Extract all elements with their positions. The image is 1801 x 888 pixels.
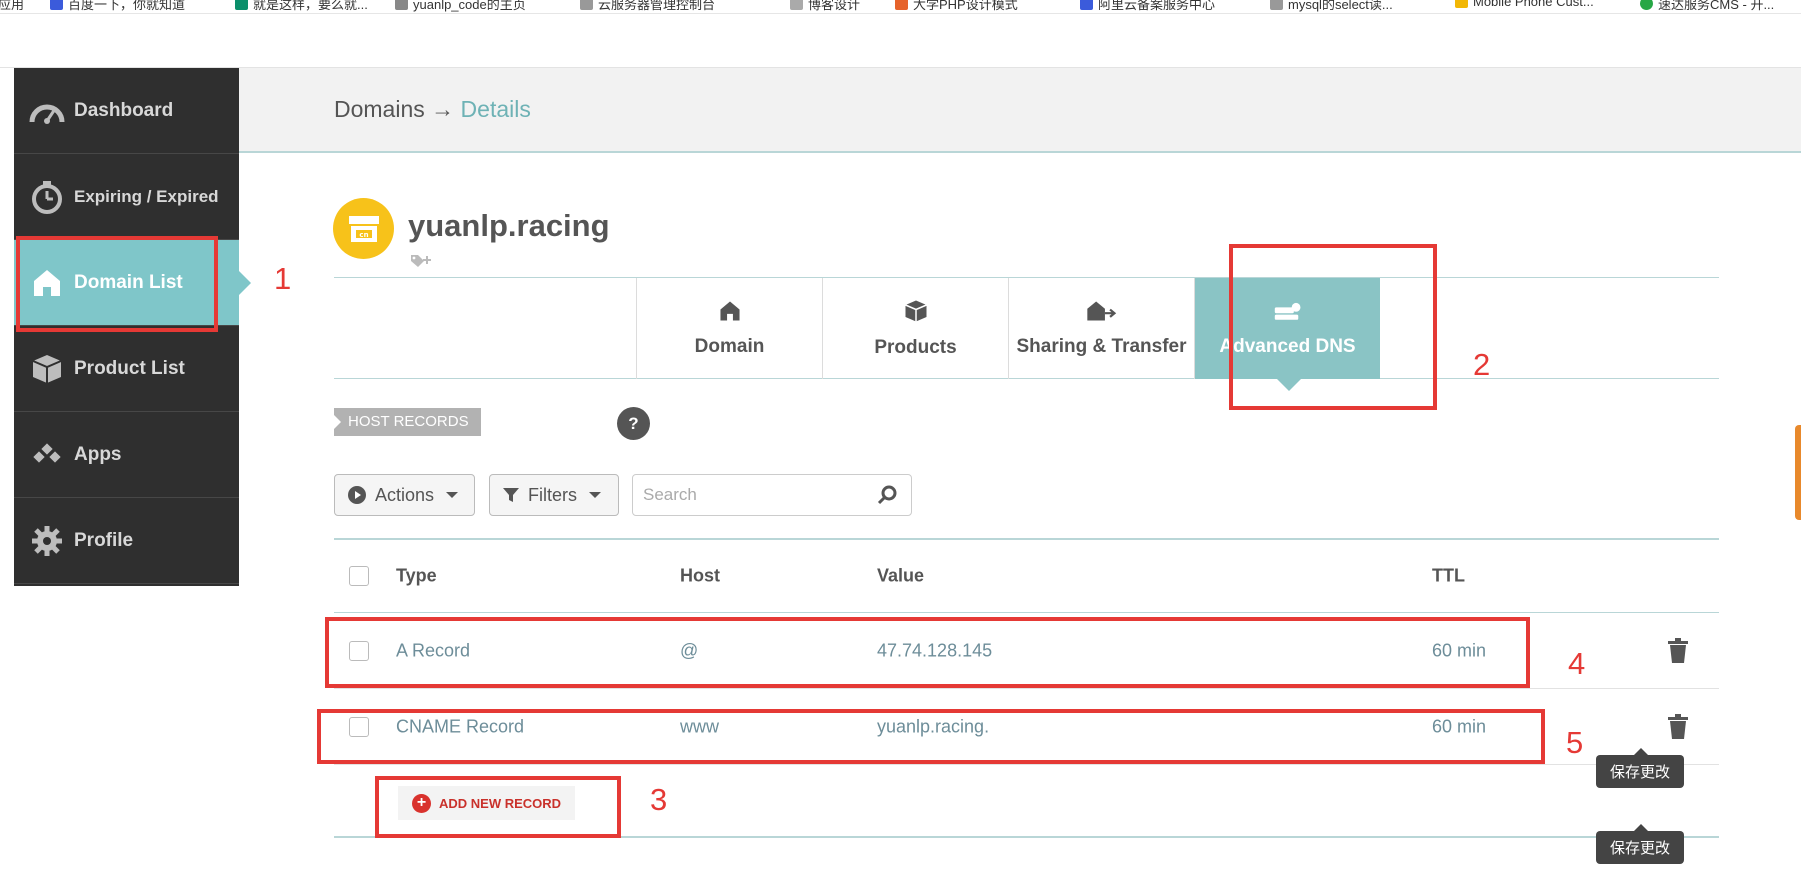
actions-label: Actions [375,484,435,505]
breadcrumb-separator: → [431,96,455,122]
breadcrumb: Domains → Details [334,96,531,123]
tab-domain[interactable]: Domain [636,278,822,379]
bookmark-favicon-icon [395,0,408,10]
bookmark-item[interactable]: 应用 [0,0,24,13]
bookmark-item[interactable]: 云服务器管理控制台 [580,0,715,13]
box-icon [904,300,927,321]
bookmark-favicon-icon [1640,0,1653,10]
table-header: Type Host Value TTL [334,538,1719,613]
bookmark-item[interactable]: 大学PHP设计模式 [895,0,1018,13]
svg-text:cn: cn [359,231,368,239]
feedback-edge-tab[interactable] [1795,425,1801,520]
chevron-down-icon [446,492,459,498]
breadcrumb-current: Details [460,96,531,122]
annotation-number: 3 [650,782,668,817]
annotation-box [1229,244,1437,410]
sidebar-item-label: Profile [74,529,134,551]
chevron-down-icon [589,492,601,498]
bookmark-item[interactable]: 阿里云备案服务中心 [1080,0,1215,13]
search-input[interactable] [643,483,863,507]
bookmarks-bar: 应用 百度一下，你就知道 就是这样，要么就... yuanlp_code的主页 … [0,0,1801,14]
sidebar-item-label: Apps [74,443,122,465]
bookmark-item[interactable]: 速达服务CMS - 开... [1640,0,1774,13]
bookmark-favicon-icon [580,0,593,10]
bookmark-item[interactable]: yuanlp_code的主页 [395,0,526,13]
annotation-number: 1 [274,261,292,296]
bookmark-item[interactable]: Mobile Phone Cust... [1455,0,1594,9]
search-box [632,474,912,516]
apps-icon [28,436,66,474]
browser-spacer [0,14,1801,68]
baidu-favicon-icon [50,0,63,10]
bookmark-favicon-icon [1455,0,1468,8]
save-changes-tooltip: 保存更改 [1596,748,1685,788]
annotation-number: 4 [1568,646,1586,681]
annotation-box [375,776,621,838]
tab-products[interactable]: Products [822,278,1008,379]
filters-label: Filters [528,484,577,505]
sidebar-item-product-list[interactable]: Product List [14,326,239,412]
tab-label: Products [874,336,957,358]
help-button[interactable]: ? [617,407,650,440]
share-home-icon [1086,300,1116,321]
bookmark-item[interactable]: mysql的select读... [1270,0,1393,13]
bookmark-favicon-icon [790,0,803,10]
bookmark-favicon-icon [235,0,248,10]
column-header-value: Value [877,565,925,586]
sidebar-item-label: Product List [74,357,185,379]
domain-tabs: Domain Products Sharing & Transfer Advan… [334,277,1719,391]
actions-dropdown[interactable]: Actions [334,474,475,516]
breadcrumb-root[interactable]: Domains [334,96,425,122]
bookmark-favicon-icon [1080,0,1093,10]
select-all-checkbox[interactable] [349,566,369,586]
bookmark-item[interactable]: 博客设计 [790,0,860,13]
play-circle-icon [348,486,366,504]
annotation-number: 5 [1566,725,1584,760]
sidebar-item-profile[interactable]: Profile [14,498,239,584]
annotation-number: 2 [1473,347,1491,382]
save-changes-tooltip: 保存更改 [1596,824,1685,864]
add-tag-icon[interactable] [410,252,432,273]
trash-icon[interactable] [1667,713,1689,740]
tab-sharing-transfer[interactable]: Sharing & Transfer [1008,278,1194,379]
tab-label: Sharing & Transfer [1016,335,1187,357]
box-icon [28,350,66,388]
domain-name: yuanlp.racing [408,208,610,243]
gear-icon [28,522,66,560]
filters-dropdown[interactable]: Filters [489,474,619,516]
sidebar-item-apps[interactable]: Apps [14,412,239,498]
search-icon[interactable] [877,485,897,505]
filter-icon [503,488,519,502]
sidebar-item-label: Dashboard [74,99,174,121]
host-records-label: HOST RECORDS [334,408,481,436]
domain-logo: cn [333,198,394,259]
trash-icon[interactable] [1667,637,1689,664]
sidebar-item-label: Expiring / Expired [74,186,219,206]
page-header: Domains → Details [239,68,1801,153]
bookmark-favicon-icon [1270,0,1283,10]
speedometer-icon [28,92,66,130]
column-header-ttl: TTL [1432,565,1465,586]
sidebar-item-expiring[interactable]: Expiring / Expired [14,154,239,240]
sidebar-item-dashboard[interactable]: Dashboard [14,68,239,154]
column-header-type: Type [396,565,437,586]
stopwatch-icon [28,178,66,216]
bookmark-item[interactable]: 就是这样，要么就... [235,0,368,13]
annotation-box [317,709,1545,764]
tab-label: Domain [694,335,765,357]
annotation-box [325,617,1530,688]
storefront-icon: cn [348,215,379,242]
home-icon [719,300,740,321]
bookmark-item[interactable]: 百度一下，你就知道 [50,0,185,13]
bookmark-favicon-icon [895,0,908,10]
annotation-box [16,236,218,332]
column-header-host: Host [680,565,720,586]
